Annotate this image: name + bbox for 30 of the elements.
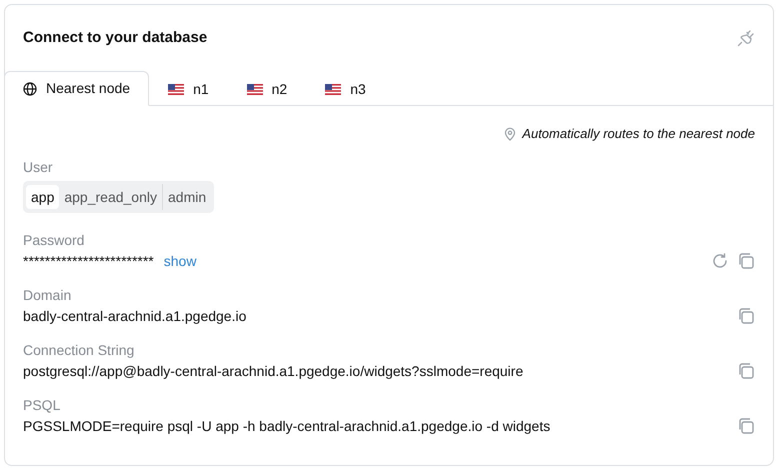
user-option[interactable]: app xyxy=(26,185,60,209)
plug-icon xyxy=(737,29,755,47)
field-label: Password xyxy=(23,231,86,249)
tab[interactable]: n3 xyxy=(306,71,385,106)
field-value: PGSSLMODE=require psql -U app -h badly-central-arachnid.a1.pgedge.io -d widgets xyxy=(23,417,550,435)
copy-button[interactable] xyxy=(737,252,755,270)
flag-icon xyxy=(246,84,263,94)
flag-icon xyxy=(325,84,342,94)
tab[interactable]: n1 xyxy=(149,71,228,106)
refresh-button[interactable] xyxy=(711,252,729,270)
copy-button[interactable] xyxy=(737,307,755,325)
user-option[interactable]: admin xyxy=(163,185,212,209)
copy-button[interactable] xyxy=(737,417,755,435)
flag-icon xyxy=(168,84,184,94)
field-value: badly-central-arachnid.a1.pgedge.io xyxy=(23,307,246,325)
globe-icon xyxy=(23,82,37,96)
tab[interactable]: n2 xyxy=(228,71,306,106)
show-link[interactable]: show xyxy=(164,253,196,269)
field-label: Domain xyxy=(23,286,72,304)
tab[interactable]: Nearest node xyxy=(5,71,150,106)
card-title: Connect to your database xyxy=(23,28,208,48)
copy-button[interactable] xyxy=(737,362,755,380)
location-pin-icon xyxy=(504,127,516,141)
field-value: postgresql://app@badly-central-arachnid.a1.pgedge.io/widgets?sslmode=require xyxy=(23,362,524,380)
field-label: Connection String xyxy=(23,341,136,359)
field-label: PSQL xyxy=(23,396,62,414)
password-value: ************************ xyxy=(23,253,154,269)
user-option[interactable]: app_read_only xyxy=(59,185,162,209)
routing-note: Automatically routes to the nearest node xyxy=(522,125,755,144)
field-label: User xyxy=(23,158,54,176)
